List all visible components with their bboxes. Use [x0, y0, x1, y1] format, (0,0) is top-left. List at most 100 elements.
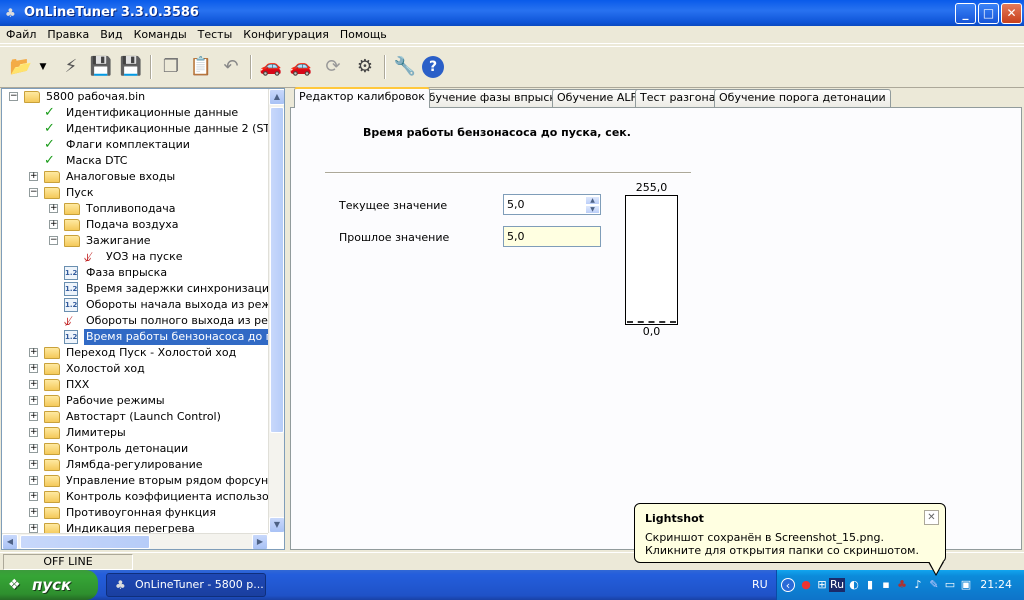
expand-icon[interactable]: + — [29, 508, 38, 517]
display-icon[interactable]: ▣ — [959, 578, 973, 592]
folder-icon — [44, 187, 60, 199]
menu-file[interactable]: Файл — [0, 26, 41, 43]
lightshot-icon[interactable]: ✎ — [927, 578, 941, 592]
menu-edit[interactable]: Правка — [41, 26, 94, 43]
taskbar: ❖ пуск ♣ OnLineTuner - 5800 р... RU ‹ ● … — [0, 570, 1024, 600]
scroll-thumb[interactable] — [20, 535, 150, 549]
balloon-close-button[interactable]: ✕ — [924, 510, 939, 525]
parameter-title: Время работы бензонасоса до пуска, сек. — [363, 126, 631, 139]
folder-icon — [44, 427, 60, 439]
expand-icon[interactable]: + — [29, 364, 38, 373]
expand-icon[interactable]: + — [49, 204, 58, 213]
help-icon[interactable]: ? — [422, 56, 444, 78]
keyboard-layout-icon[interactable]: Ru — [829, 578, 845, 592]
expand-icon[interactable]: + — [29, 428, 38, 437]
maximize-button[interactable]: □ — [978, 3, 999, 24]
graph-icon: ⫝̸ — [84, 250, 92, 264]
expand-icon[interactable]: + — [29, 524, 38, 533]
close-button[interactable]: ✕ — [1001, 3, 1022, 24]
app-icon: ♣ — [115, 578, 126, 592]
tab-injection-phase[interactable]: Обучение фазы впрыска — [415, 89, 568, 107]
tab-calibration-editor[interactable]: Редактор калибровок — [294, 87, 430, 108]
car-read-icon[interactable]: 🚗 — [258, 54, 284, 80]
expand-icon[interactable]: + — [29, 444, 38, 453]
spin-down-button[interactable]: ▼ — [585, 205, 600, 214]
calibration-tree[interactable]: − 5800 рабочая.bin ✓ Идентификационные да… — [1, 88, 285, 550]
tree-horizontal-scrollbar[interactable]: ◀ ▶ — [2, 533, 268, 549]
network-icon[interactable]: ⊞ — [815, 578, 829, 592]
scroll-left-button[interactable]: ◀ — [2, 534, 18, 549]
power-icon[interactable]: ▮ — [863, 578, 877, 592]
window-title: OnLineTuner 3.3.0.3586 — [24, 5, 199, 20]
clock[interactable]: 21:24 — [980, 578, 1012, 591]
windows-logo-icon: ❖ — [8, 577, 21, 593]
expand-icon[interactable]: + — [29, 396, 38, 405]
engine-icon[interactable]: ⚙ — [352, 54, 378, 80]
checked-doc-icon: ✓ — [44, 121, 55, 136]
checked-doc-icon: ✓ — [44, 105, 55, 120]
language-indicator[interactable]: RU — [752, 578, 768, 591]
collapse-icon[interactable]: − — [29, 188, 38, 197]
expand-icon[interactable]: + — [29, 412, 38, 421]
collapse-icon[interactable]: − — [9, 92, 18, 101]
save-as-icon[interactable]: 💾 — [118, 54, 144, 80]
shield-icon[interactable]: ▪ — [879, 578, 893, 592]
taskbar-app-button[interactable]: ♣ OnLineTuner - 5800 р... — [106, 573, 266, 597]
spin-up-button[interactable]: ▲ — [585, 196, 600, 205]
expand-icon[interactable]: + — [29, 460, 38, 469]
expand-icon[interactable]: + — [29, 380, 38, 389]
menu-tests[interactable]: Тесты — [192, 26, 238, 43]
scroll-thumb[interactable] — [270, 107, 284, 433]
show-hidden-icons-icon[interactable]: ‹ — [781, 578, 795, 592]
speaker-icon[interactable]: ♪ — [911, 578, 925, 592]
copy-icon[interactable]: ❐ — [158, 54, 184, 80]
expand-icon[interactable]: + — [29, 476, 38, 485]
current-value-input[interactable]: 5,0 ▲ ▼ — [503, 194, 601, 215]
expand-icon[interactable]: + — [29, 492, 38, 501]
paste-icon[interactable]: 📋 — [188, 54, 214, 80]
tab-acceleration-test[interactable]: Тест разгона — [635, 89, 721, 107]
car-write-icon[interactable]: 🚗 — [288, 54, 314, 80]
tab-alf-learning[interactable]: Обучение ALF — [552, 89, 642, 107]
folder-icon — [44, 347, 60, 359]
title-bar[interactable]: ♣ OnLineTuner 3.3.0.3586 _ □ ✕ — [0, 0, 1024, 26]
previous-value-field: 5,0 — [503, 226, 601, 247]
folder-icon — [44, 411, 60, 423]
monitor-icon[interactable]: ▭ — [943, 578, 957, 592]
menu-view[interactable]: Вид — [94, 26, 127, 43]
divider — [325, 172, 691, 174]
refresh-icon[interactable]: ⟳ — [320, 54, 346, 80]
value-doc-icon: 1.2 — [64, 282, 78, 296]
dropdown-icon[interactable]: ▼ — [36, 54, 50, 80]
value-doc-icon: 1.2 — [64, 266, 78, 280]
tab-knock-threshold[interactable]: Обучение порога детонации — [714, 89, 891, 107]
balloon-title: Lightshot — [645, 512, 704, 525]
menu-config[interactable]: Конфигурация — [237, 26, 334, 43]
undo-icon[interactable]: ↶ — [218, 54, 244, 80]
expand-icon[interactable]: + — [49, 220, 58, 229]
expand-icon[interactable]: + — [29, 348, 38, 357]
collapse-icon[interactable]: − — [49, 236, 58, 245]
minimize-button[interactable]: _ — [955, 3, 976, 24]
menu-help[interactable]: Помощь — [334, 26, 392, 43]
app-tray-icon[interactable]: ♣ — [895, 578, 909, 592]
menu-commands[interactable]: Команды — [128, 26, 192, 43]
tools-icon[interactable]: 🔧 — [392, 54, 418, 80]
scroll-up-button[interactable]: ▲ — [269, 89, 284, 105]
folder-icon — [64, 219, 80, 231]
notification-balloon[interactable]: Lightshot Скриншот сохранён в Screenshot… — [634, 503, 946, 576]
menu-bar: Файл Правка Вид Команды Тесты Конфигурация Пом… — [0, 26, 1024, 44]
volume-icon[interactable]: ◐ — [847, 578, 861, 592]
scroll-right-button[interactable]: ▶ — [252, 534, 268, 549]
scroll-down-button[interactable]: ▼ — [269, 517, 284, 533]
connect-icon[interactable]: ⚡ — [58, 54, 84, 80]
expand-icon[interactable]: + — [29, 172, 38, 181]
tree-root[interactable]: − 5800 рабочая.bin — [2, 89, 268, 105]
balloon-text[interactable]: Скриншот сохранён в Screenshot_15.png. К… — [645, 531, 935, 557]
tree-vertical-scrollbar[interactable]: ▲ ▼ — [268, 89, 284, 533]
open-icon[interactable]: 📂 — [8, 54, 34, 80]
save-icon[interactable]: 💾 — [88, 54, 114, 80]
start-button[interactable]: ❖ пуск — [0, 570, 98, 600]
calibration-editor-panel: Время работы бензонасоса до пуска, сек. … — [290, 107, 1022, 550]
antivirus-icon[interactable]: ● — [799, 578, 813, 592]
